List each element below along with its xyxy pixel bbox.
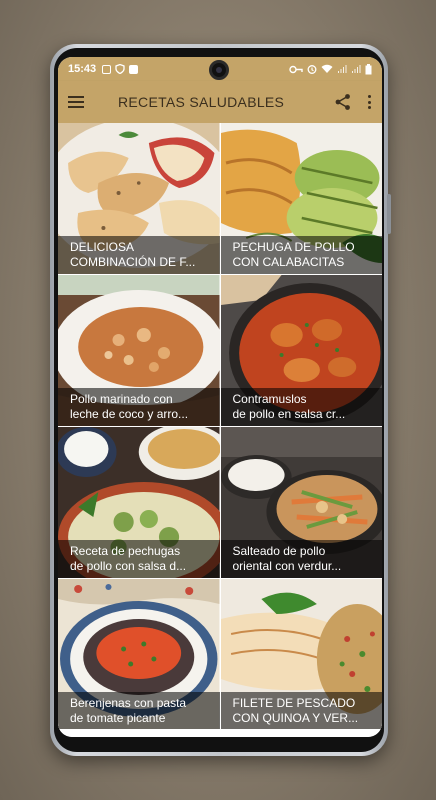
front-camera: [209, 60, 229, 80]
recipe-caption: Pollo marinado con leche de coco y arro.…: [58, 388, 220, 426]
recipe-caption: Berenjenas con pasta de tomate picante: [58, 692, 220, 730]
app-title: RECETAS SALUDABLES: [118, 94, 285, 110]
status-left-icons: [102, 64, 139, 74]
wifi-icon: [321, 64, 333, 73]
recipe-caption: Receta de pechugas de pollo con salsa d.…: [58, 540, 220, 578]
status-right-icons: [289, 63, 372, 75]
screen: 15:43 RECETAS SALUDABLES DELICIOSA COMBI…: [58, 57, 382, 737]
alarm-icon: [307, 65, 317, 74]
key-icon: [289, 65, 303, 73]
status-time: 15:43: [68, 63, 97, 75]
volume-button: [387, 194, 391, 234]
recipe-card[interactable]: FILETE DE PESCADO CON QUINOA Y VER...: [220, 579, 382, 730]
recipe-caption: Salteado de pollo oriental con verdur...: [220, 540, 382, 578]
recipe-title-line1: DELICIOSA: [70, 240, 135, 254]
app-bar: RECETAS SALUDABLES: [58, 81, 382, 123]
recipe-title-line2: CON CALABACITAS: [232, 255, 345, 269]
recipe-card[interactable]: Contramuslos de pollo en salsa cr...: [220, 275, 382, 426]
recipe-card[interactable]: Receta de pechugas de pollo con salsa d.…: [58, 427, 220, 578]
share-icon[interactable]: [334, 93, 352, 111]
recipe-card[interactable]: PECHUGA DE POLLO CON CALABACITAS: [220, 123, 382, 274]
recipe-caption: DELICIOSA COMBINACIÓN DE F...: [58, 236, 220, 274]
recipe-title-line2: de pollo con salsa d...: [70, 559, 187, 573]
recipe-card[interactable]: DELICIOSA COMBINACIÓN DE F...: [58, 123, 220, 274]
recipe-title-line1: FILETE DE PESCADO: [232, 696, 356, 710]
recipe-title-line2: de pollo en salsa cr...: [232, 407, 346, 421]
recipe-title-line2: leche de coco y arro...: [70, 407, 189, 421]
recipe-title-line1: PECHUGA DE POLLO: [232, 240, 355, 254]
recipe-caption: FILETE DE PESCADO CON QUINOA Y VER...: [220, 692, 382, 730]
recipe-title-line2: COMBINACIÓN DE F...: [70, 255, 196, 269]
recipe-card[interactable]: Berenjenas con pasta de tomate picante: [58, 579, 220, 730]
signal-icon: [352, 65, 361, 73]
battery-icon: [365, 63, 372, 74]
recipe-grid: DELICIOSA COMBINACIÓN DE F... PECHUGA DE…: [58, 123, 382, 730]
recipe-title-line1: Receta de pechugas: [70, 544, 181, 558]
recipe-title-line1: Berenjenas con pasta: [70, 696, 187, 710]
recipe-title-line2: CON QUINOA Y VER...: [232, 711, 359, 725]
recipe-title-line1: Salteado de pollo: [232, 544, 326, 558]
signal-icon: [338, 65, 347, 73]
image-icon: [102, 64, 112, 74]
check-icon: [129, 64, 139, 74]
recipe-title-line2: de tomate picante: [70, 711, 166, 725]
recipe-caption: Contramuslos de pollo en salsa cr...: [220, 388, 382, 426]
recipe-title-line2: oriental con verdur...: [232, 559, 342, 573]
nav-bar: [58, 729, 382, 737]
recipe-caption: PECHUGA DE POLLO CON CALABACITAS: [220, 236, 382, 274]
recipe-title-line1: Contramuslos: [232, 392, 307, 406]
recipe-card[interactable]: Pollo marinado con leche de coco y arro.…: [58, 275, 220, 426]
menu-icon[interactable]: [68, 96, 84, 108]
recipe-card[interactable]: Salteado de pollo oriental con verdur...: [220, 427, 382, 578]
more-vert-icon[interactable]: [368, 95, 372, 109]
recipe-title-line1: Pollo marinado con: [70, 392, 173, 406]
shield-icon: [115, 64, 125, 74]
